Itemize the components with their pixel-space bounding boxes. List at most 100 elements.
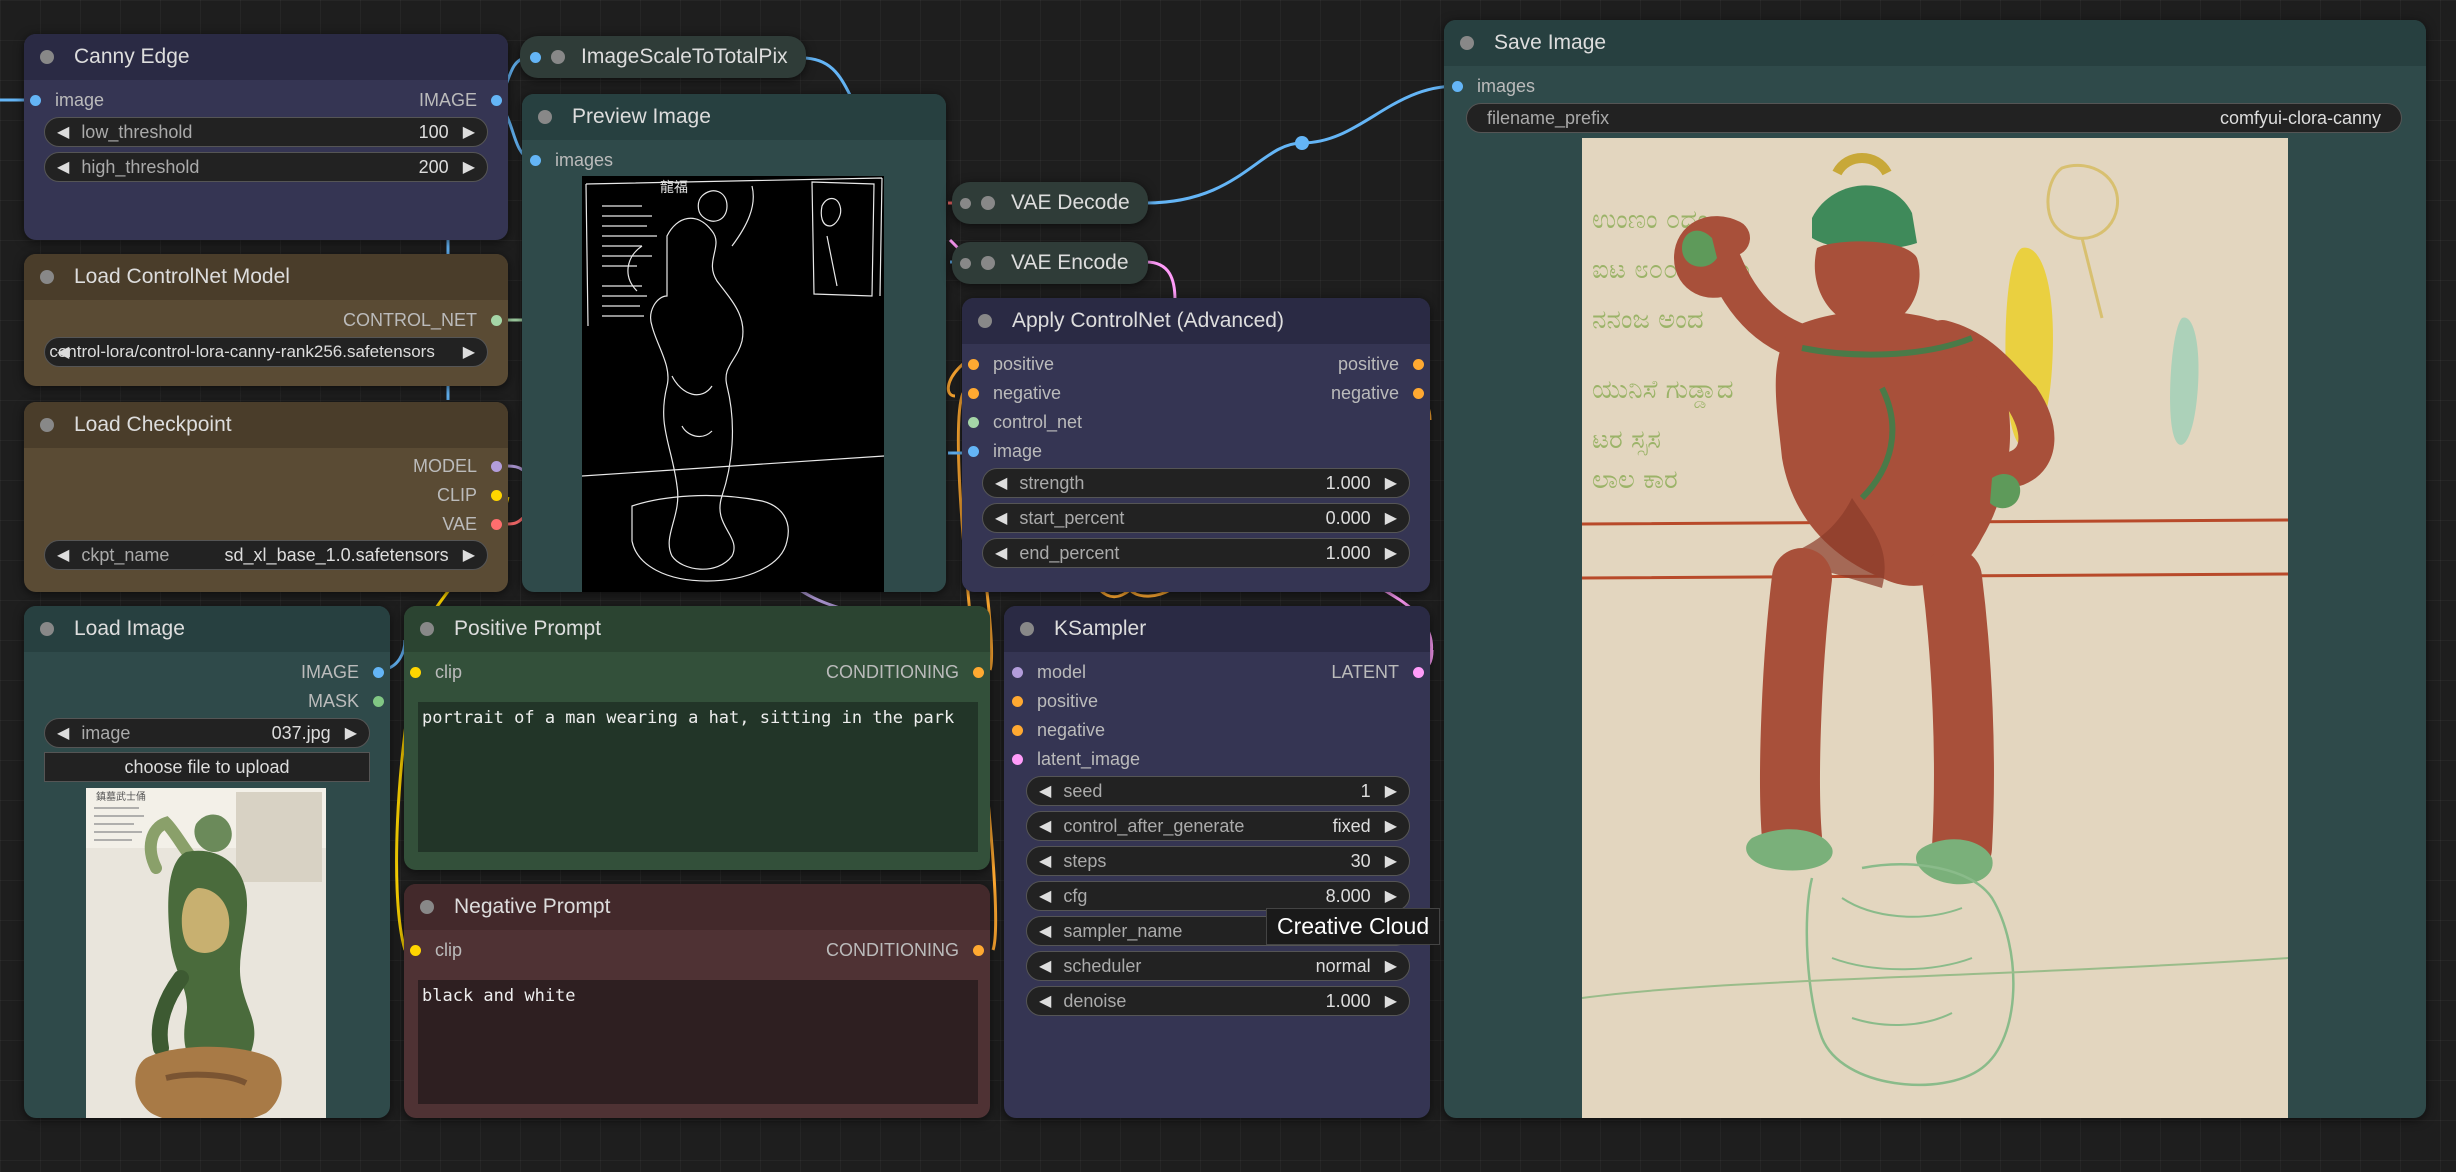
input-slot-control-net[interactable]: control_net bbox=[968, 410, 1082, 434]
widget-value[interactable]: sd_xl_base_1.0.safetensors bbox=[225, 545, 449, 566]
output-slot-conditioning[interactable]: CONDITIONING bbox=[826, 660, 984, 684]
node-image-scale-to-total-pix[interactable]: ImageScaleToTotalPix bbox=[520, 36, 806, 78]
widget-scheduler[interactable]: ◀ scheduler normal ▶ bbox=[1026, 951, 1410, 981]
increment-arrow-icon[interactable]: ▶ bbox=[463, 157, 475, 177]
increment-arrow-icon[interactable]: ▶ bbox=[345, 723, 357, 743]
node-title-bar[interactable]: Apply ControlNet (Advanced) bbox=[962, 298, 1430, 344]
input-slot-negative[interactable]: negative bbox=[968, 381, 1061, 405]
widget-control-after-generate[interactable]: ◀ control_after_generate fixed ▶ bbox=[1026, 811, 1410, 841]
decrement-arrow-icon[interactable]: ◀ bbox=[995, 543, 1007, 563]
input-slot-image[interactable]: image bbox=[968, 439, 1042, 463]
collapse-dot-icon[interactable] bbox=[1460, 36, 1474, 50]
collapse-dot-icon[interactable] bbox=[1020, 622, 1034, 636]
upload-button[interactable]: choose file to upload bbox=[44, 752, 370, 782]
node-ksampler[interactable]: KSampler model positive negative latent_… bbox=[1004, 606, 1430, 1118]
decrement-arrow-icon[interactable]: ◀ bbox=[1039, 991, 1051, 1011]
widget-value[interactable]: 1.000 bbox=[1326, 543, 1371, 564]
widget-seed[interactable]: ◀ seed 1 ▶ bbox=[1026, 776, 1410, 806]
collapse-dot-icon[interactable] bbox=[40, 50, 54, 64]
decrement-arrow-icon[interactable]: ◀ bbox=[1039, 781, 1051, 801]
output-slot-image[interactable]: IMAGE bbox=[301, 660, 384, 684]
decrement-arrow-icon[interactable]: ◀ bbox=[57, 157, 69, 177]
input-slot-latent-image[interactable]: latent_image bbox=[1012, 747, 1140, 771]
node-title-bar[interactable]: KSampler bbox=[1004, 606, 1430, 652]
output-slot-control-net[interactable]: CONTROL_NET bbox=[343, 308, 502, 332]
input-slot-positive[interactable]: positive bbox=[968, 352, 1054, 376]
output-slot-image[interactable]: IMAGE bbox=[419, 88, 502, 112]
increment-arrow-icon[interactable]: ▶ bbox=[1385, 543, 1397, 563]
node-title-bar[interactable]: VAE Encode bbox=[952, 242, 1148, 284]
input-slot-image[interactable]: image bbox=[30, 88, 104, 112]
node-title-bar[interactable]: Load Checkpoint bbox=[24, 402, 508, 448]
collapse-dot-icon[interactable] bbox=[978, 314, 992, 328]
widget-denoise[interactable]: ◀ denoise 1.000 ▶ bbox=[1026, 986, 1410, 1016]
node-vae-decode[interactable]: VAE Decode bbox=[952, 182, 1148, 224]
widget-image-select[interactable]: ◀ image 037.jpg ▶ bbox=[44, 718, 370, 748]
widget-low-threshold[interactable]: ◀ low_threshold 100 ▶ bbox=[44, 117, 488, 147]
widget-value[interactable]: 8.000 bbox=[1326, 886, 1371, 907]
collapse-dot-icon[interactable] bbox=[538, 110, 552, 124]
collapse-dot-icon[interactable] bbox=[420, 900, 434, 914]
output-slot-clip[interactable]: CLIP bbox=[437, 483, 502, 507]
node-title-bar[interactable]: Load ControlNet Model bbox=[24, 254, 508, 300]
decrement-arrow-icon[interactable]: ◀ bbox=[1039, 921, 1051, 941]
increment-arrow-icon[interactable]: ▶ bbox=[1385, 508, 1397, 528]
collapse-dot-icon[interactable] bbox=[40, 622, 54, 636]
widget-high-threshold[interactable]: ◀ high_threshold 200 ▶ bbox=[44, 152, 488, 182]
widget-value[interactable]: 037.jpg bbox=[272, 723, 331, 744]
decrement-arrow-icon[interactable]: ◀ bbox=[995, 473, 1007, 493]
widget-value[interactable]: 30 bbox=[1351, 851, 1371, 872]
widget-value[interactable]: normal bbox=[1316, 956, 1371, 977]
node-title-bar[interactable]: Canny Edge bbox=[24, 34, 508, 80]
input-slot-clip[interactable]: clip bbox=[410, 938, 462, 962]
prompt-textarea[interactable]: portrait of a man wearing a hat, sitting… bbox=[418, 702, 978, 852]
decrement-arrow-icon[interactable]: ◀ bbox=[1039, 886, 1051, 906]
increment-arrow-icon[interactable]: ▶ bbox=[1385, 991, 1397, 1011]
input-slot-clip[interactable]: clip bbox=[410, 660, 462, 684]
node-title-bar[interactable]: Positive Prompt bbox=[404, 606, 990, 652]
decrement-arrow-icon[interactable]: ◀ bbox=[1039, 851, 1051, 871]
node-title-bar[interactable]: Negative Prompt bbox=[404, 884, 990, 930]
output-slot-conditioning[interactable]: CONDITIONING bbox=[826, 938, 984, 962]
output-slot-negative[interactable]: negative bbox=[1331, 381, 1424, 405]
node-canny-edge[interactable]: Canny Edge image IMAGE ◀ low_threshold 1… bbox=[24, 34, 508, 240]
prompt-textarea[interactable]: black and white bbox=[418, 980, 978, 1104]
input-dot-icon[interactable] bbox=[530, 51, 541, 63]
node-preview-image[interactable]: Preview Image images 龍福 bbox=[522, 94, 946, 592]
decrement-arrow-icon[interactable]: ◀ bbox=[57, 723, 69, 743]
node-load-image[interactable]: Load Image IMAGE MASK ◀ image 037.jpg ▶ … bbox=[24, 606, 390, 1118]
increment-arrow-icon[interactable]: ▶ bbox=[1385, 781, 1397, 801]
collapse-dot-icon[interactable] bbox=[40, 418, 54, 432]
node-apply-controlnet-advanced[interactable]: Apply ControlNet (Advanced) positive neg… bbox=[962, 298, 1430, 592]
collapse-dot-icon[interactable] bbox=[40, 270, 54, 284]
increment-arrow-icon[interactable]: ▶ bbox=[463, 122, 475, 142]
input-slot-negative[interactable]: negative bbox=[1012, 718, 1105, 742]
widget-end-percent[interactable]: ◀ end_percent 1.000 ▶ bbox=[982, 538, 1410, 568]
input-dot-icon[interactable] bbox=[960, 257, 971, 269]
node-vae-encode[interactable]: VAE Encode bbox=[952, 242, 1148, 284]
widget-start-percent[interactable]: ◀ start_percent 0.000 ▶ bbox=[982, 503, 1410, 533]
increment-arrow-icon[interactable]: ▶ bbox=[463, 545, 475, 565]
input-dot-icon[interactable] bbox=[960, 197, 971, 209]
increment-arrow-icon[interactable]: ▶ bbox=[1385, 473, 1397, 493]
node-load-checkpoint[interactable]: Load Checkpoint MODEL CLIP VAE ◀ ckpt_na… bbox=[24, 402, 508, 592]
node-load-controlnet-model[interactable]: Load ControlNet Model CONTROL_NET ◀ cont… bbox=[24, 254, 508, 386]
node-negative-prompt[interactable]: Negative Prompt clip CONDITIONING black … bbox=[404, 884, 990, 1118]
widget-filename-prefix[interactable]: filename_prefix comfyui-clora-canny bbox=[1466, 103, 2402, 133]
node-title-bar[interactable]: VAE Decode bbox=[952, 182, 1148, 224]
output-slot-latent[interactable]: LATENT bbox=[1331, 660, 1424, 684]
output-slot-mask[interactable]: MASK bbox=[308, 689, 384, 713]
widget-value[interactable]: comfyui-clora-canny bbox=[2220, 108, 2381, 129]
widget-ckpt-name[interactable]: ◀ ckpt_name sd_xl_base_1.0.safetensors ▶ bbox=[44, 540, 488, 570]
widget-value[interactable]: 0.000 bbox=[1326, 508, 1371, 529]
decrement-arrow-icon[interactable]: ◀ bbox=[1039, 956, 1051, 976]
node-title-bar[interactable]: Save Image bbox=[1444, 20, 2426, 66]
node-title-bar[interactable]: ImageScaleToTotalPix bbox=[520, 36, 806, 78]
node-save-image[interactable]: Save Image images filename_prefix comfyu… bbox=[1444, 20, 2426, 1118]
widget-value[interactable]: 1 bbox=[1361, 781, 1371, 802]
increment-arrow-icon[interactable]: ▶ bbox=[1385, 851, 1397, 871]
node-title-bar[interactable]: Preview Image bbox=[522, 94, 946, 140]
widget-control-net-name[interactable]: ◀ control-lora/control-lora-canny-rank25… bbox=[44, 337, 488, 367]
widget-value[interactable]: fixed bbox=[1333, 816, 1371, 837]
decrement-arrow-icon[interactable]: ◀ bbox=[995, 508, 1007, 528]
